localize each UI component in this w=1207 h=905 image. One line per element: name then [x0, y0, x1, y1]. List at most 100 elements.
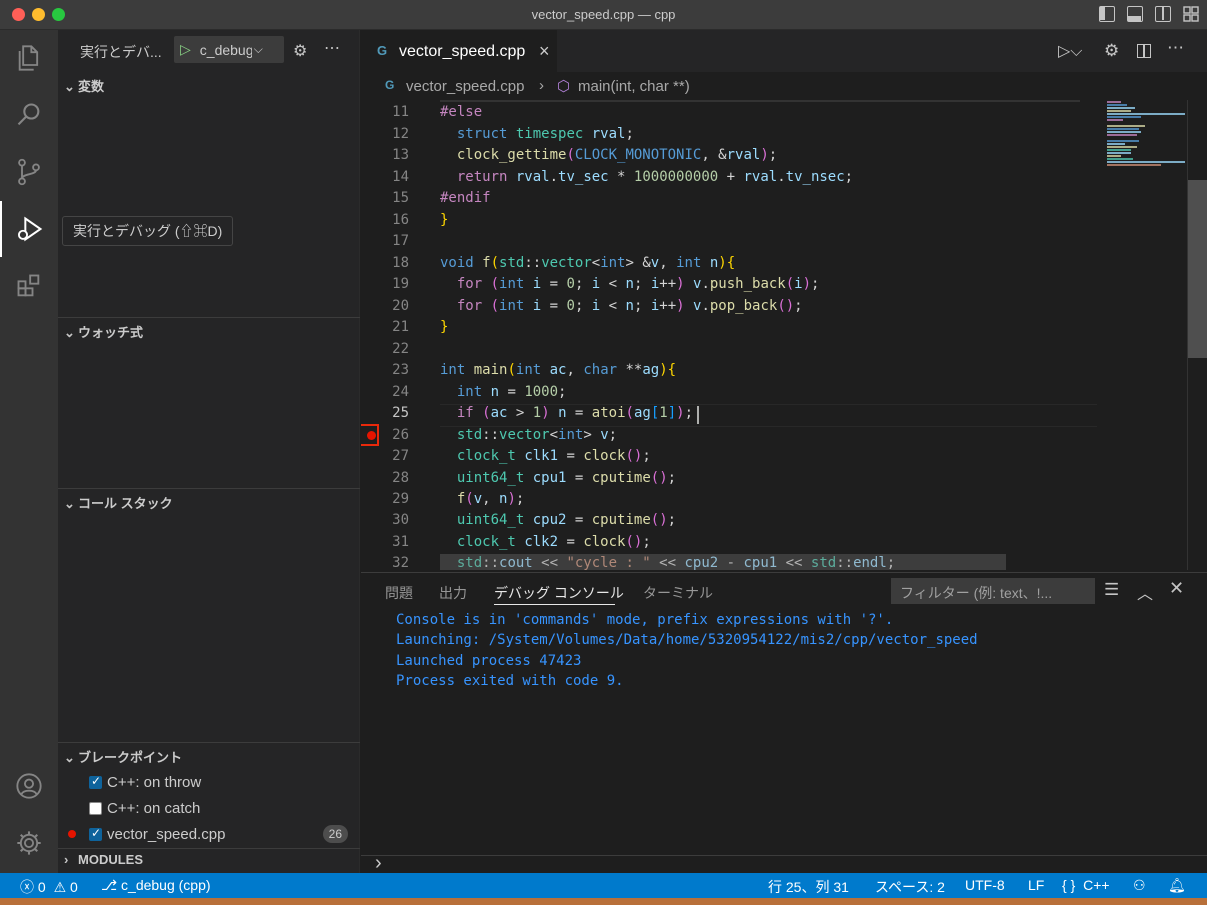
watch-section-header[interactable]: ⌄ ウォッチ式 [58, 322, 360, 344]
line-number: 16 [392, 212, 409, 228]
more-actions-icon[interactable]: ⋯ [324, 38, 340, 58]
tab-debug-console[interactable]: デバッグ コンソール [494, 583, 624, 603]
status-bar: ⓧ 0 ⚠ 0 ⎇ c_debug (cpp) 行 25、列 31 スペース: … [0, 873, 1207, 898]
accounts-button[interactable] [0, 758, 58, 814]
line-number: 15 [392, 190, 409, 206]
files-icon [18, 45, 39, 71]
split-editor-icon[interactable] [1137, 44, 1151, 58]
line-number: 27 [392, 448, 409, 464]
editor-settings-gear-icon[interactable]: ⚙ [1104, 41, 1119, 61]
scrollbar-thumb[interactable] [1188, 180, 1207, 358]
breakpoint-item[interactable]: C++: on catch [58, 796, 360, 820]
close-panel-icon[interactable]: ✕ [1169, 578, 1184, 599]
breakpoint-item[interactable]: C++: on throw [58, 770, 360, 794]
window-title: vector_speed.cpp — cpp [531, 7, 676, 22]
editor-tabs: G vector_speed.cpp × ▷⌵ ⚙ ⋯ [361, 30, 1207, 73]
search-icon [17, 103, 40, 126]
extensions-button[interactable] [0, 258, 58, 314]
code-line: int main(int ac, char **ag){ [440, 362, 677, 378]
code-line: for (int i = 0; i < n; i++) v.push_back(… [456, 276, 820, 292]
vertical-scrollbar[interactable] [1187, 100, 1207, 570]
run-debug-icon [17, 216, 43, 242]
method-icon: ⬡ [557, 78, 571, 95]
run-debug-file-icon[interactable]: ▷⌵ [1058, 41, 1082, 61]
manage-button[interactable] [0, 815, 58, 871]
console-line: Launched process 47423 [396, 653, 582, 669]
console-line: Launching: /System/Volumes/Data/home/532… [396, 632, 978, 648]
problems-status[interactable]: ⓧ 0 ⚠ 0 [20, 877, 78, 897]
desktop-background-strip [0, 898, 1207, 905]
more-actions-icon[interactable]: ⋯ [1167, 38, 1184, 58]
error-icon: ⓧ [20, 879, 34, 895]
line-number: 30 [392, 512, 409, 528]
notifications-bell-icon[interactable]: 🔔︎ [1168, 877, 1186, 894]
feedback-icon[interactable]: ⚇ [1133, 877, 1146, 894]
tab-vector-speed[interactable]: G vector_speed.cpp × [361, 30, 557, 73]
cpp-file-icon: G [377, 43, 388, 58]
tab-output[interactable]: 出力 [439, 583, 467, 603]
start-debug-icon[interactable]: ▷ [180, 41, 191, 58]
breakpoint-line-badge: 26 [322, 825, 348, 843]
minimap-preview [1107, 101, 1185, 166]
run-and-debug-button[interactable] [0, 201, 58, 257]
line-number: 11 [392, 104, 409, 120]
breadcrumb-file[interactable]: vector_speed.cpp [406, 78, 524, 95]
modules-section-header[interactable]: › MODULES [58, 852, 360, 874]
line-number: 29 [392, 491, 409, 507]
filter-input[interactable]: フィルター (例: text、!... [891, 578, 1095, 604]
console-prompt-icon: › [375, 852, 382, 874]
line-number: 24 [392, 384, 409, 400]
line-number: 28 [392, 470, 409, 486]
close-tab-icon[interactable]: × [539, 41, 550, 62]
indentation-status[interactable]: スペース: 2 [875, 877, 945, 897]
chevron-down-icon: ⌄ [64, 79, 75, 94]
chevron-right-icon: › [539, 77, 544, 94]
breakpoint-item[interactable]: vector_speed.cpp 26 [58, 822, 360, 846]
breakpoint-checkbox[interactable] [89, 774, 102, 789]
chevron-right-icon: › [64, 852, 69, 867]
console-input[interactable] [396, 857, 1196, 873]
code-line: for (int i = 0; i < n; i++) v.pop_back()… [456, 298, 803, 314]
eol-status[interactable]: LF [1028, 877, 1044, 893]
code-editor[interactable]: 11 12 13 14 15 16 17 18 19 20 21 22 23 24 25 26 27 28 29 30… [361, 100, 1101, 570]
line-number: 22 [392, 341, 409, 357]
code-line: f(v, n); [456, 491, 525, 507]
callstack-section-header[interactable]: ⌄ コール スタック [58, 493, 360, 515]
toggle-panel-icon[interactable] [1127, 6, 1143, 22]
minimap[interactable] [1101, 100, 1187, 570]
clear-console-icon[interactable]: ☰ [1104, 580, 1119, 600]
breakpoint-checkbox[interactable] [89, 826, 102, 841]
customize-layout-icon[interactable] [1183, 6, 1199, 22]
encoding-status[interactable]: UTF-8 [965, 877, 1005, 893]
toggle-primary-sidebar-icon[interactable] [1099, 6, 1115, 22]
variables-section-header[interactable]: ⌄ 変数 [58, 76, 360, 98]
debug-settings-gear-icon[interactable]: ⚙ [293, 41, 307, 61]
explorer-button[interactable] [0, 30, 58, 86]
debug-config-status[interactable]: ⎇ c_debug (cpp) [101, 877, 211, 894]
config-select-value: c_debug [199, 41, 252, 58]
maximize-panel-icon[interactable]: ︿ [1137, 580, 1153, 604]
code-line: } [440, 319, 449, 335]
horizontal-scrollbar[interactable] [440, 554, 1006, 570]
breadcrumb-symbol[interactable]: main(int, char **) [578, 78, 690, 95]
code-line: struct timespec rval; [456, 126, 634, 142]
tab-terminal[interactable]: ターミナル [643, 583, 713, 603]
bottom-panel: 問題 出力 デバッグ コンソール ターミナル フィルター (例: text、!.… [361, 572, 1207, 874]
braces-icon: { } [1062, 877, 1076, 893]
breakpoint-checkbox[interactable] [89, 801, 102, 815]
source-control-button[interactable] [0, 144, 58, 200]
title-bar: vector_speed.cpp — cpp [0, 0, 1207, 30]
debug-config-select[interactable]: ▷ c_debug ⌵ [174, 36, 284, 63]
breakpoints-section-header[interactable]: ⌄ ブレークポイント [58, 747, 360, 769]
search-button[interactable] [0, 87, 58, 143]
language-status[interactable]: { } C++ [1062, 877, 1110, 893]
toggle-secondary-sidebar-icon[interactable] [1155, 6, 1171, 22]
line-number: 17 [392, 233, 409, 249]
tab-problems[interactable]: 問題 [385, 583, 413, 603]
source-control-icon [18, 158, 40, 186]
chevron-down-icon: ⌄ [64, 496, 75, 511]
line-number: 21 [392, 319, 409, 335]
cursor-position-status[interactable]: 行 25、列 31 [768, 877, 849, 897]
breakpoint-dot-icon[interactable] [367, 431, 376, 440]
account-icon [16, 773, 42, 799]
